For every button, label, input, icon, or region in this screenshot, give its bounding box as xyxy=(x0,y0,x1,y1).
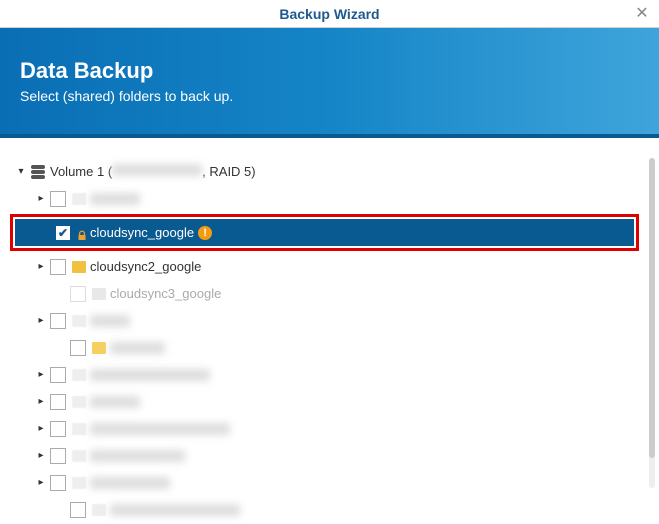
folder-icon xyxy=(72,423,86,435)
expand-arrow-icon[interactable]: ▸ xyxy=(34,449,48,463)
tree-folder-item-selected[interactable]: ▸ cloudsync_google ! xyxy=(15,219,634,246)
titlebar: Backup Wizard ✕ xyxy=(0,0,659,28)
folder-checkbox[interactable] xyxy=(70,502,86,518)
expand-arrow-icon[interactable]: ▸ xyxy=(34,192,48,206)
expand-arrow-icon[interactable]: ▸ xyxy=(34,476,48,490)
folder-checkbox[interactable] xyxy=(50,191,66,207)
disk-icon xyxy=(30,165,46,179)
highlighted-selection: ▸ cloudsync_google ! xyxy=(10,214,649,251)
volume-label-suffix: , RAID 5) xyxy=(202,164,255,179)
folder-icon xyxy=(92,288,106,300)
folder-icon xyxy=(72,450,86,462)
expand-arrow-icon[interactable]: ▸ xyxy=(34,314,48,328)
folder-checkbox[interactable] xyxy=(50,259,66,275)
tree-folder-item[interactable]: ▸ xxxxxx xyxy=(10,469,649,496)
volume-node[interactable]: ▾ Volume 1 (xxxxxx, RAID 5) xyxy=(10,158,649,185)
redacted-label: xxxx xyxy=(90,193,140,205)
redacted-label: xxxxxxx xyxy=(90,450,185,462)
tree-folder-item[interactable]: ▸ xxxx xyxy=(10,185,649,212)
lock-icon xyxy=(77,228,87,238)
folder-checkbox[interactable] xyxy=(55,225,71,241)
tree-folder-item[interactable]: ▸ xxxxxxxxxx xyxy=(10,415,649,442)
folder-checkbox[interactable] xyxy=(50,394,66,410)
redacted-label: xxxxxxxxxx xyxy=(90,423,230,435)
folder-checkbox[interactable] xyxy=(50,421,66,437)
expand-arrow-icon[interactable]: ▾ xyxy=(14,165,28,179)
window-title: Backup Wizard xyxy=(279,6,379,22)
close-button[interactable]: ✕ xyxy=(633,4,651,22)
redacted-text: xxxxxx xyxy=(112,164,202,176)
tree-folder-item[interactable]: ▸ cloudsync3_google xyxy=(10,280,649,307)
volume-label: Volume 1 (xxxxxx, RAID 5) xyxy=(50,164,256,179)
tree-folder-item[interactable]: ▸ xxxxxxxxx xyxy=(10,361,649,388)
scrollbar-thumb[interactable] xyxy=(649,158,655,458)
expand-arrow-icon[interactable]: ▸ xyxy=(34,368,48,382)
folder-icon xyxy=(72,193,86,205)
redacted-label: xxxx xyxy=(90,396,140,408)
redacted-label: xxxx xyxy=(110,342,165,354)
folder-icon xyxy=(72,261,86,273)
warning-icon: ! xyxy=(198,226,212,240)
folder-checkbox[interactable] xyxy=(70,340,86,356)
folder-label: cloudsync3_google xyxy=(110,286,221,301)
redacted-label: xxxxxx xyxy=(90,477,170,489)
folder-icon xyxy=(92,342,106,354)
highlight-box: ▸ cloudsync_google ! xyxy=(10,214,639,251)
expand-arrow-icon[interactable]: ▸ xyxy=(34,395,48,409)
folder-checkbox[interactable] xyxy=(70,286,86,302)
folder-checkbox[interactable] xyxy=(50,367,66,383)
tree-folder-item[interactable]: ▸ xxxx xyxy=(10,334,649,361)
folder-checkbox[interactable] xyxy=(50,475,66,491)
redacted-label: xxxxxxxxx xyxy=(110,504,240,516)
banner-heading: Data Backup xyxy=(20,58,639,84)
folder-icon xyxy=(72,369,86,381)
tree-folder-item[interactable]: ▸ xxxx xyxy=(10,388,649,415)
tree-folder-item[interactable]: ▸ cloudsync2_google xyxy=(10,253,649,280)
tree-folder-item[interactable]: ▸ xxxxxxxxx xyxy=(10,496,649,523)
folder-checkbox[interactable] xyxy=(50,448,66,464)
redacted-label: xxxxxxxxx xyxy=(90,369,210,381)
folder-icon xyxy=(72,396,86,408)
scrollbar[interactable] xyxy=(649,158,655,488)
folder-icon xyxy=(72,315,86,327)
folder-tree: ▾ Volume 1 (xxxxxx, RAID 5) ▸ xxxx ▸ clo… xyxy=(0,138,659,524)
redacted-label: xxx xyxy=(90,315,130,327)
banner-subtext: Select (shared) folders to back up. xyxy=(20,88,639,104)
tree-folder-item[interactable]: ▸ xxx xyxy=(10,307,649,334)
expand-arrow-icon[interactable]: ▸ xyxy=(34,422,48,436)
banner: Data Backup Select (shared) folders to b… xyxy=(0,28,659,138)
folder-icon xyxy=(92,504,106,516)
folder-checkbox[interactable] xyxy=(50,313,66,329)
folder-label: cloudsync_google xyxy=(90,225,194,240)
tree-folder-item[interactable]: ▸ xxxxxxx xyxy=(10,442,649,469)
expand-arrow-icon[interactable]: ▸ xyxy=(34,260,48,274)
volume-label-prefix: Volume 1 ( xyxy=(50,164,112,179)
folder-icon xyxy=(72,477,86,489)
folder-label: cloudsync2_google xyxy=(90,259,201,274)
